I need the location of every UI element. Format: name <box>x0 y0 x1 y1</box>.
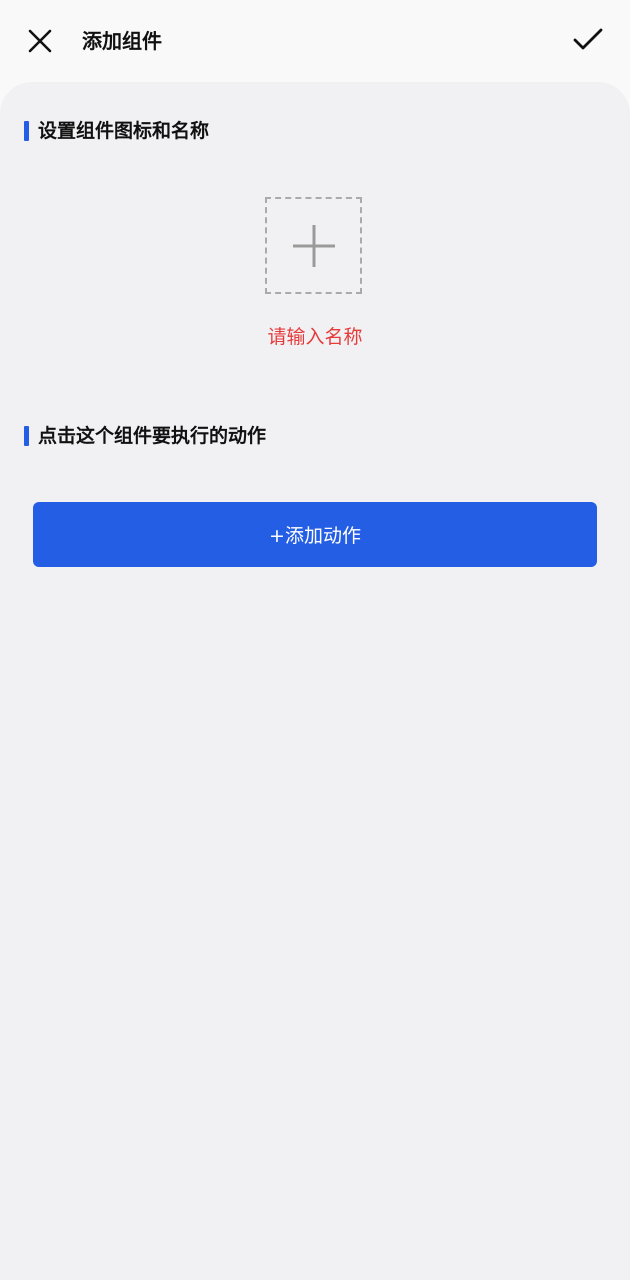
name-input[interactable]: 请输入名称 <box>0 323 630 351</box>
confirm-button[interactable] <box>564 16 612 64</box>
section-accent-bar <box>24 121 29 141</box>
checkmark-icon <box>573 28 603 50</box>
section-heading-text: 设置组件图标和名称 <box>38 120 210 142</box>
close-icon <box>28 29 52 53</box>
section-heading-icon-name: 设置组件图标和名称 <box>24 118 209 144</box>
plus-icon <box>292 224 335 267</box>
page-title: 添加组件 <box>82 29 162 53</box>
content-card: 设置组件图标和名称 请输入名称 点击这个组件要执行的动作 +添加动作 <box>0 82 630 1280</box>
close-button[interactable] <box>16 17 64 65</box>
section-heading-text: 点击这个组件要执行的动作 <box>38 425 267 447</box>
add-widget-screen: 添加组件 设置组件图标和名称 请输入名称 点击这个组件要执行的动作 +添加动作 <box>0 0 630 1280</box>
section-heading-action: 点击这个组件要执行的动作 <box>24 423 266 449</box>
top-bar: 添加组件 <box>0 0 630 82</box>
section-accent-bar <box>24 426 29 446</box>
add-action-button[interactable]: +添加动作 <box>33 502 597 567</box>
upload-icon-button[interactable] <box>265 197 362 294</box>
